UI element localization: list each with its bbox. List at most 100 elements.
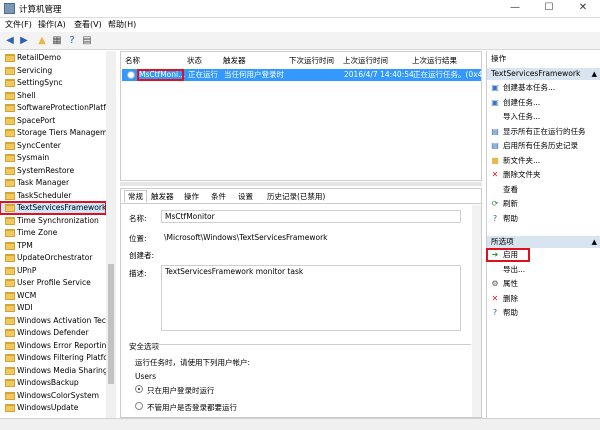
column-header-next-run[interactable]: 下次运行时间 bbox=[289, 55, 334, 66]
tree-item[interactable]: WDI bbox=[0, 302, 106, 314]
tree-item[interactable]: SettingSync bbox=[0, 77, 106, 89]
tree-item[interactable]: WindowsBackup bbox=[0, 377, 106, 389]
tree-item[interactable]: Windows Error Reportin bbox=[0, 340, 106, 352]
tab-conditions[interactable]: 条件 bbox=[208, 191, 229, 204]
column-header-last-result[interactable]: 上次运行结果 bbox=[412, 55, 457, 66]
tree-item[interactable]: WindowsColorSystem bbox=[0, 390, 106, 402]
detail-scrollbar[interactable] bbox=[472, 205, 481, 417]
folder-icon bbox=[5, 91, 15, 100]
tree-item[interactable]: RetailDemo bbox=[0, 52, 106, 64]
action-item[interactable]: ▤ 启用所有任务历史记录 bbox=[487, 140, 600, 152]
folder-icon bbox=[5, 366, 15, 375]
action-item[interactable]: ⟳ 刷新 bbox=[487, 198, 600, 210]
folder-icon bbox=[5, 179, 15, 187]
tab-settings[interactable]: 设置 bbox=[235, 191, 256, 204]
delete-folder-icon: ✕ bbox=[491, 170, 499, 179]
menu-file[interactable]: 文件(F) bbox=[5, 19, 32, 30]
tab-triggers[interactable]: 触发器 bbox=[148, 191, 177, 204]
folder-icon bbox=[5, 204, 15, 212]
description-field[interactable]: TextServicesFramework monitor task bbox=[161, 265, 461, 331]
action-item[interactable]: ⚙ 属性 bbox=[487, 278, 600, 290]
tree-item[interactable]: SoftwareProtectionPlatfo bbox=[0, 102, 106, 114]
action-label: 导入任务... bbox=[503, 112, 541, 121]
back-arrow-icon[interactable]: ◀ bbox=[3, 34, 17, 47]
tree-item[interactable]: UpdateOrchestrator bbox=[0, 252, 106, 264]
tree-item[interactable]: WCM bbox=[0, 290, 106, 302]
tree-scroll-thumb[interactable] bbox=[108, 264, 114, 384]
tree-item[interactable]: Time Synchronization bbox=[0, 215, 106, 227]
tree-item[interactable]: Windows Defender bbox=[0, 327, 106, 339]
close-button[interactable]: ✕ bbox=[566, 0, 600, 17]
folder-icon bbox=[5, 104, 15, 112]
tree-item[interactable]: TaskScheduler bbox=[0, 190, 106, 202]
tree-item[interactable]: SyncCenter bbox=[0, 140, 106, 152]
tree-item[interactable]: Windows Activation Tech bbox=[0, 315, 106, 327]
maximize-button[interactable]: ☐ bbox=[532, 0, 566, 17]
task-last-run: 2016/4/7 14:40:54 bbox=[344, 70, 414, 79]
actions-section-folder[interactable]: TextServicesFramework ▲ bbox=[487, 68, 600, 80]
name-field[interactable]: MsCtfMonitor bbox=[161, 210, 461, 223]
tab-actions[interactable]: 操作 bbox=[181, 191, 202, 204]
action-item[interactable]: 查看 bbox=[487, 184, 600, 196]
tree-item[interactable]: Servicing bbox=[0, 65, 106, 77]
new-folder-icon: ■ bbox=[491, 155, 499, 165]
action-item[interactable]: 导入任务... bbox=[487, 111, 600, 123]
pane-splitter[interactable] bbox=[120, 182, 482, 186]
tree-item[interactable]: SystemRestore bbox=[0, 165, 106, 177]
menu-action[interactable]: 操作(A) bbox=[38, 19, 66, 30]
tree-item-label: WCM bbox=[17, 290, 37, 300]
menu-help[interactable]: 帮助(H) bbox=[108, 19, 136, 30]
action-item[interactable]: ▣ 创建任务... bbox=[487, 97, 600, 109]
tree-item-label: SettingSync bbox=[17, 78, 63, 87]
tree-item[interactable]: Storage Tiers Managem bbox=[0, 127, 106, 139]
folder-icon bbox=[5, 216, 15, 225]
tree-item[interactable]: Task Manager bbox=[0, 177, 106, 189]
tree-item-label: SystemRestore bbox=[17, 165, 75, 175]
minimize-button[interactable]: — bbox=[498, 0, 532, 17]
help-toolbar-icon[interactable]: ? bbox=[65, 34, 79, 47]
folder-icon bbox=[5, 241, 15, 250]
tree-item[interactable]: Shell bbox=[0, 90, 106, 102]
actions-section-selected[interactable]: 所选项 ▲ bbox=[487, 236, 600, 248]
action-item[interactable]: ▣ 创建基本任务... bbox=[487, 82, 600, 94]
tree-item[interactable]: User Profile Service bbox=[0, 277, 106, 289]
tree-item[interactable]: TextServicesFramework bbox=[0, 201, 107, 215]
action-label: 创建基本任务... bbox=[503, 83, 556, 92]
up-folder-icon[interactable]: ▲ bbox=[35, 34, 49, 47]
show-hide-tree-icon[interactable]: ▦ bbox=[50, 34, 64, 47]
action-item[interactable]: ➜ 启用 bbox=[486, 248, 530, 262]
run-only-logged-on-radio[interactable] bbox=[135, 385, 143, 393]
action-item[interactable]: ✕ 删除 bbox=[487, 293, 600, 305]
window-title: 计算机管理 bbox=[19, 5, 62, 15]
tree-item[interactable]: SpacePort bbox=[0, 115, 106, 127]
tree-item[interactable]: Time Zone bbox=[0, 227, 106, 239]
column-header-name[interactable]: 名称 bbox=[125, 55, 140, 66]
tree-item-label: Sysmain bbox=[17, 153, 50, 162]
actions-section-selected-title: 所选项 bbox=[491, 237, 514, 246]
folder-icon bbox=[5, 379, 15, 387]
action-item[interactable]: 导出... bbox=[487, 264, 600, 276]
action-item[interactable]: ? 帮助 bbox=[487, 307, 600, 319]
tree-item[interactable]: Sysmain bbox=[0, 152, 106, 164]
action-item[interactable]: ✕ 删除文件夹 bbox=[487, 169, 600, 181]
action-item[interactable]: ? 帮助 bbox=[487, 213, 600, 225]
tab-general[interactable]: 常规 bbox=[124, 190, 147, 203]
menu-view[interactable]: 查看(V) bbox=[74, 19, 102, 30]
console-icon[interactable]: ▤ bbox=[80, 34, 94, 47]
column-header-status[interactable]: 状态 bbox=[187, 55, 202, 66]
tree-item[interactable]: Windows Filtering Platfo bbox=[0, 352, 106, 364]
run-whether-logged-on-radio[interactable] bbox=[135, 402, 143, 410]
tab-history[interactable]: 历史记录(已禁用) bbox=[264, 191, 328, 204]
column-header-last-run[interactable]: 上次运行时间 bbox=[343, 55, 388, 66]
tree-item[interactable]: WindowsUpdate bbox=[0, 402, 106, 414]
tree-item[interactable]: UPnP bbox=[0, 265, 106, 277]
tree-item[interactable]: TPM bbox=[0, 240, 106, 252]
tree-item-label: WindowsColorSystem bbox=[17, 390, 100, 400]
forward-arrow-icon[interactable]: ▶ bbox=[17, 34, 31, 47]
tree-item[interactable]: Windows Media Sharing bbox=[0, 365, 106, 377]
tree-scrollbar[interactable] bbox=[106, 51, 116, 418]
column-header-trigger[interactable]: 触发器 bbox=[223, 55, 246, 66]
action-item[interactable]: ■ 新文件夹... bbox=[487, 155, 600, 167]
action-item[interactable]: ▤ 显示所有正在运行的任务 bbox=[487, 126, 600, 138]
task-last-result: 正在运行任务。(0x4 bbox=[413, 70, 483, 79]
